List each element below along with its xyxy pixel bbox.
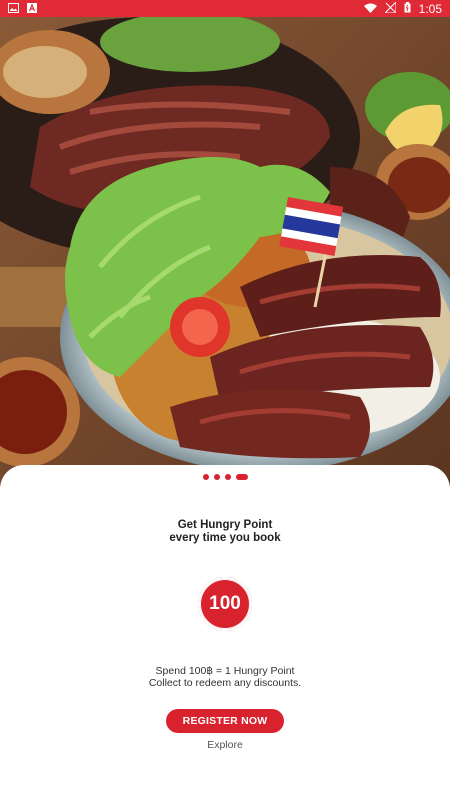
- wifi-icon: [363, 0, 377, 18]
- desc-line2: Collect to redeem any discounts.: [148, 677, 302, 689]
- image-icon: [8, 0, 19, 18]
- page-indicator: [0, 474, 450, 480]
- hero-food-image: [0, 17, 450, 487]
- headline-line2: every time you book: [169, 532, 281, 544]
- page-dot[interactable]: [213, 474, 220, 480]
- register-now-button[interactable]: REGISTER NOW: [166, 709, 284, 733]
- points-badge-value: 100: [200, 579, 250, 629]
- desc-line1: Spend 100฿ = 1 Hungry Point: [155, 665, 295, 677]
- a-icon: [27, 0, 37, 18]
- battery-icon: [404, 0, 411, 18]
- page-dot[interactable]: [224, 474, 231, 480]
- page-dot[interactable]: [202, 474, 209, 480]
- status-bar: 1:05: [0, 0, 450, 17]
- headline-line1: Get Hungry Point: [177, 519, 273, 531]
- page-dot-active[interactable]: [235, 474, 248, 480]
- no-signal-icon: [383, 0, 397, 18]
- headline: Get Hungry Point every time you book: [0, 519, 450, 545]
- points-badge: 100: [198, 577, 252, 631]
- status-time: 1:05: [418, 1, 442, 16]
- explore-link[interactable]: Explore: [0, 739, 450, 751]
- onboarding-card: Get Hungry Point every time you book 100…: [0, 465, 450, 800]
- points-description: Spend 100฿ = 1 Hungry Point Collect to r…: [0, 665, 450, 689]
